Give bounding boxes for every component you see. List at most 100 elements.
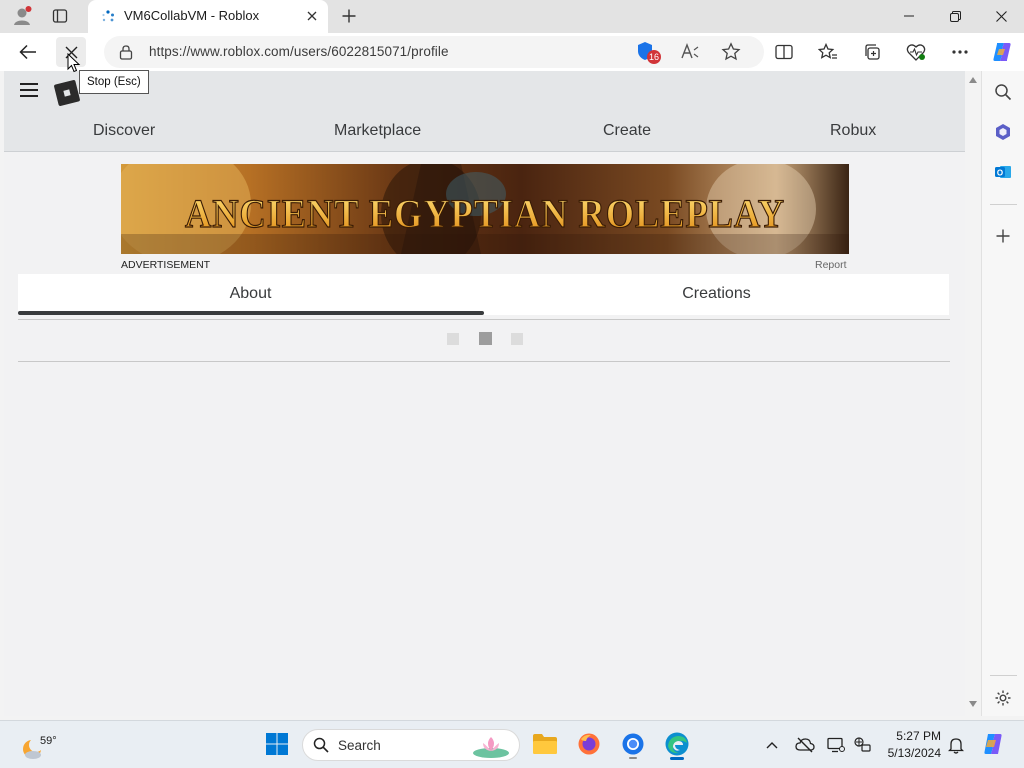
show-hidden-icons-button[interactable] <box>762 735 782 755</box>
weather-widget[interactable]: 59° <box>8 727 68 763</box>
nav-robux[interactable]: Robux <box>830 122 876 140</box>
tab-about[interactable]: About <box>18 274 483 315</box>
file-explorer-button[interactable] <box>530 729 560 759</box>
clock-time: 5:27 PM <box>896 729 941 743</box>
hamburger-icon <box>20 83 38 97</box>
content-divider <box>18 361 950 362</box>
browser-essentials-button[interactable] <box>901 37 931 67</box>
svg-text:O: O <box>997 169 1003 178</box>
restore-button[interactable] <box>932 0 978 32</box>
more-dots-icon <box>952 50 968 54</box>
firefox-button[interactable] <box>574 729 604 759</box>
svg-text:ANCIENT EGYPTIAN ROLEPLAY: ANCIENT EGYPTIAN ROLEPLAY <box>185 191 785 236</box>
tab-close-button[interactable] <box>304 8 320 24</box>
plus-icon <box>342 9 356 23</box>
new-tab-button[interactable] <box>336 4 362 28</box>
menu-button[interactable] <box>18 81 40 99</box>
lock-icon <box>119 45 133 60</box>
roblox-logo[interactable] <box>54 80 80 106</box>
nav-marketplace[interactable]: Marketplace <box>334 122 421 140</box>
sidebar-add-button[interactable] <box>990 223 1016 249</box>
search-highlight-icon <box>473 737 509 758</box>
stop-tooltip: Stop (Esc) <box>79 70 149 94</box>
tab-strip: VM6CollabVM - Roblox <box>0 0 1024 33</box>
close-window-icon <box>995 10 1007 22</box>
nav-create[interactable]: Create <box>603 122 651 140</box>
tab-creations[interactable]: Creations <box>484 274 949 315</box>
firefox-icon <box>578 733 600 755</box>
roblox-logo-icon <box>54 80 80 106</box>
browser-toolbar: https://www.roblox.com/users/6022815071/… <box>0 33 1024 71</box>
loading-spinner-icon <box>102 10 114 22</box>
profile-tabs: About Creations <box>18 274 949 315</box>
bell-icon <box>948 738 964 754</box>
running-indicator <box>629 757 637 759</box>
split-screen-button[interactable] <box>769 37 799 67</box>
active-tab-indicator <box>18 311 484 315</box>
chrome-icon <box>622 733 644 755</box>
windows-taskbar: 59° Search 5:27 PM 5/13/2024 <box>0 720 1024 768</box>
search-icon <box>313 737 329 753</box>
mouse-cursor-icon <box>67 53 81 73</box>
loading-dot <box>511 333 523 345</box>
minimize-icon <box>904 15 914 17</box>
edge-button[interactable] <box>662 729 692 760</box>
scroll-up-arrow-icon[interactable] <box>968 76 978 84</box>
network-button[interactable] <box>852 735 872 755</box>
collections-icon <box>865 44 880 60</box>
scroll-down-arrow-icon[interactable] <box>968 700 978 708</box>
favorites-button[interactable] <box>813 37 843 67</box>
sidebar-search-button[interactable] <box>990 79 1016 105</box>
advertisement-label: ADVERTISEMENT <box>121 259 211 271</box>
display-icon <box>827 737 845 753</box>
close-icon <box>307 11 317 21</box>
clock-date: 5/13/2024 <box>887 746 941 760</box>
display-button[interactable] <box>826 735 846 755</box>
read-aloud-icon <box>681 43 699 59</box>
report-ad-link[interactable]: Report <box>815 259 847 271</box>
copilot-button[interactable] <box>987 37 1017 67</box>
edge-sidebar: O <box>981 71 1024 716</box>
notifications-button[interactable] <box>946 735 966 755</box>
nav-discover[interactable]: Discover <box>93 122 155 140</box>
folder-icon <box>533 734 557 754</box>
back-button[interactable] <box>13 37 43 67</box>
start-button[interactable] <box>262 729 292 759</box>
outlook-icon: O <box>995 166 1011 178</box>
m365-icon <box>996 124 1010 140</box>
page-scrollbar[interactable] <box>965 71 981 716</box>
advertisement-banner[interactable]: ANCIENT EGYPTIAN ROLEPLAY <box>121 164 849 254</box>
tracking-prevention-button[interactable]: 16 <box>634 41 662 65</box>
chevron-up-icon <box>766 742 778 749</box>
copilot-icon <box>993 43 1011 61</box>
network-icon <box>854 737 871 752</box>
restore-icon <box>949 10 961 22</box>
active-tab[interactable]: VM6CollabVM - Roblox <box>88 0 328 33</box>
minimize-button[interactable] <box>886 0 932 32</box>
sidebar-copilot-button[interactable] <box>990 119 1016 145</box>
collections-button[interactable] <box>857 37 887 67</box>
chrome-button[interactable] <box>618 729 648 759</box>
back-arrow-icon <box>19 44 36 60</box>
favorite-button[interactable] <box>721 42 741 62</box>
sidebar-settings-button[interactable] <box>990 685 1016 711</box>
sidebar-outlook-button[interactable]: O <box>990 159 1016 185</box>
settings-more-button[interactable] <box>945 37 975 67</box>
sidebar-divider <box>990 675 1017 676</box>
read-aloud-button[interactable] <box>680 42 702 62</box>
close-window-button[interactable] <box>978 0 1024 32</box>
windows-logo-icon <box>266 733 288 755</box>
tabs-divider <box>18 319 950 320</box>
tab-actions-button[interactable] <box>46 4 74 28</box>
search-label: Search <box>338 738 381 753</box>
copilot-taskbar-button[interactable] <box>978 729 1008 759</box>
address-bar[interactable]: https://www.roblox.com/users/6022815071/… <box>104 36 764 68</box>
loading-dot <box>447 333 459 345</box>
taskbar-search[interactable]: Search <box>302 729 520 761</box>
url-text[interactable]: https://www.roblox.com/users/6022815071/… <box>149 44 449 59</box>
heartbeat-icon <box>906 44 926 61</box>
onedrive-button[interactable] <box>795 735 815 755</box>
profile-button[interactable] <box>8 4 36 28</box>
favorites-star-icon <box>818 43 837 59</box>
edge-icon <box>665 732 689 756</box>
